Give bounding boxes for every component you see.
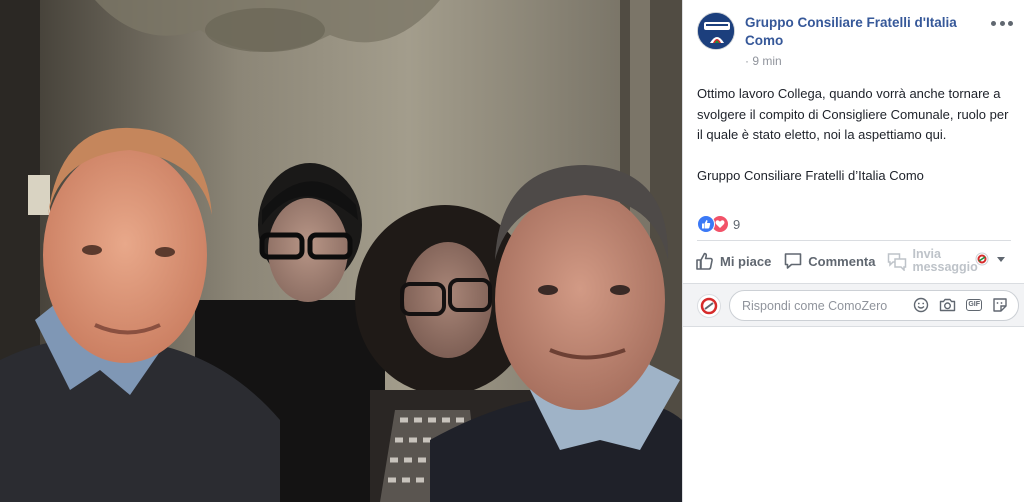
- caret-down-icon: [997, 257, 1005, 262]
- reaction-count: 9: [733, 216, 741, 232]
- page-voice-selector[interactable]: [975, 252, 1007, 266]
- post-photo[interactable]: [0, 0, 682, 502]
- sticker-icon[interactable]: [992, 297, 1008, 313]
- action-bar: Mi piace Commenta Invia messaggio: [695, 244, 1015, 278]
- comment-box[interactable]: GIF: [729, 290, 1019, 321]
- comment-input[interactable]: [742, 291, 902, 320]
- post-message: Ottimo lavoro Collega, quando vorrà anch…: [697, 84, 1015, 206]
- comment-composer: GIF: [683, 283, 1024, 327]
- like-button[interactable]: Mi piace: [695, 251, 771, 271]
- comment-icon: [784, 253, 802, 269]
- gif-label: GIF: [966, 299, 982, 311]
- send-message-label: Invia messaggio: [912, 248, 977, 274]
- post-signature: Gruppo Consiliare Fratelli d’Italia Como: [697, 167, 924, 183]
- page-identity-icon: [975, 252, 989, 266]
- fratelli-ditalia-logo-icon: [698, 13, 734, 49]
- like-label: Mi piace: [720, 253, 772, 269]
- more-options-icon[interactable]: [991, 14, 1013, 32]
- camera-icon[interactable]: [939, 297, 956, 313]
- reactions-summary[interactable]: 9: [697, 214, 740, 234]
- gif-icon[interactable]: GIF: [966, 299, 982, 311]
- send-message-button[interactable]: Invia messaggio: [887, 248, 978, 274]
- comment-button[interactable]: Commenta: [783, 251, 875, 271]
- send-message-line-2: messaggio: [912, 260, 978, 274]
- comozero-logo-icon: [700, 297, 718, 315]
- selfie-photo: [0, 0, 682, 502]
- like-icon: [697, 215, 715, 233]
- page-avatar[interactable]: [697, 12, 735, 50]
- thumbs-up-icon: [696, 252, 713, 270]
- divider: [697, 240, 1011, 241]
- post-viewer: Gruppo Consiliare Fratelli d'Italia Como…: [0, 0, 1024, 502]
- comment-tools: GIF: [903, 297, 1008, 313]
- post-panel: Gruppo Consiliare Fratelli d'Italia Como…: [682, 0, 1024, 502]
- post-header: Gruppo Consiliare Fratelli d'Italia Como…: [697, 12, 1017, 70]
- messenger-icon: [888, 253, 907, 271]
- emoji-icon[interactable]: [913, 297, 929, 313]
- commenter-avatar[interactable]: [697, 294, 721, 318]
- page-name-link[interactable]: Gruppo Consiliare Fratelli d'Italia Como: [745, 14, 975, 50]
- post-paragraph: Ottimo lavoro Collega, quando vorrà anch…: [697, 86, 1009, 142]
- comment-label: Commenta: [808, 253, 876, 269]
- post-timestamp[interactable]: · 9 min: [745, 54, 782, 68]
